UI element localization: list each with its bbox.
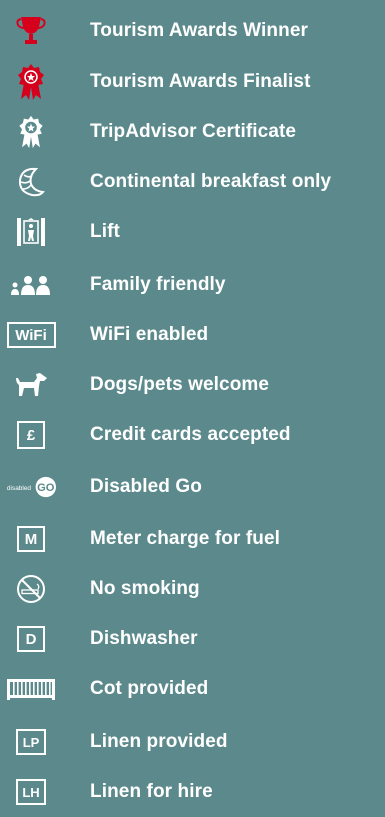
croissant-icon — [6, 164, 56, 200]
svg-text:GO: GO — [37, 482, 55, 494]
rosette-icon — [6, 64, 56, 100]
amenity-row-tripadvisor-certificate: TripAdvisor Certificate — [0, 107, 385, 157]
amenities-list: Tourism Awards Winner Tourism Awards Fin… — [0, 0, 385, 805]
amenity-row-meter-charge: M Meter charge for fuel — [0, 514, 385, 564]
amenity-row-disabled-go: disabled GO Disabled Go — [0, 462, 385, 512]
amenity-row-dishwasher: D Dishwasher — [0, 614, 385, 664]
amenity-row-credit-cards: £ Credit cards accepted — [0, 410, 385, 460]
amenity-label: Disabled Go — [90, 476, 202, 497]
amenity-label: WiFi enabled — [90, 324, 209, 345]
amenity-row-wifi: WiFi WiFi enabled — [0, 310, 385, 360]
amenity-label: Lift — [90, 221, 120, 242]
amenity-label: TripAdvisor Certificate — [90, 121, 297, 142]
amenity-row-linen-hire: LH Linen for hire — [0, 767, 385, 817]
amenity-row-dogs-pets: Dogs/pets welcome — [0, 360, 385, 410]
meter-icon: M — [6, 521, 56, 557]
credit-card-icon: £ — [6, 417, 56, 453]
linen-provided-icon: LP — [6, 724, 56, 760]
amenity-row-tourism-awards-winner: Tourism Awards Winner — [0, 6, 385, 56]
svg-text:disabled: disabled — [7, 485, 31, 492]
amenity-label: Family friendly — [90, 274, 226, 295]
cot-icon — [6, 671, 56, 707]
amenity-label: No smoking — [90, 578, 200, 599]
amenity-label: Linen for hire — [90, 781, 213, 802]
amenity-label: Dishwasher — [90, 628, 198, 649]
amenity-label: Tourism Awards Winner — [90, 20, 309, 41]
amenity-label: Linen provided — [90, 731, 228, 752]
amenity-row-cot: Cot provided — [0, 664, 385, 714]
amenity-label: Continental breakfast only — [90, 171, 332, 192]
wifi-icon: WiFi — [6, 317, 56, 353]
family-icon — [6, 267, 56, 303]
amenity-label: Cot provided — [90, 678, 209, 699]
amenity-row-continental-breakfast: Continental breakfast only — [0, 157, 385, 207]
lift-icon — [6, 214, 56, 250]
amenity-row-no-smoking: No smoking — [0, 564, 385, 614]
trophy-icon — [6, 13, 56, 49]
rosette-outline-icon — [6, 114, 56, 150]
amenity-label: Meter charge for fuel — [90, 528, 281, 549]
amenity-label: Credit cards accepted — [90, 424, 291, 445]
dog-icon — [6, 367, 56, 403]
amenity-label: Dogs/pets welcome — [90, 374, 270, 395]
amenity-row-linen-provided: LP Linen provided — [0, 717, 385, 767]
amenity-row-lift: Lift — [0, 207, 385, 257]
amenity-label: Tourism Awards Finalist — [90, 71, 311, 92]
no-smoking-icon — [6, 571, 56, 607]
amenity-row-family-friendly: Family friendly — [0, 260, 385, 310]
disabled-go-icon: disabled GO — [6, 469, 56, 505]
amenity-row-tourism-awards-finalist: Tourism Awards Finalist — [0, 57, 385, 107]
dishwasher-icon: D — [6, 621, 56, 657]
